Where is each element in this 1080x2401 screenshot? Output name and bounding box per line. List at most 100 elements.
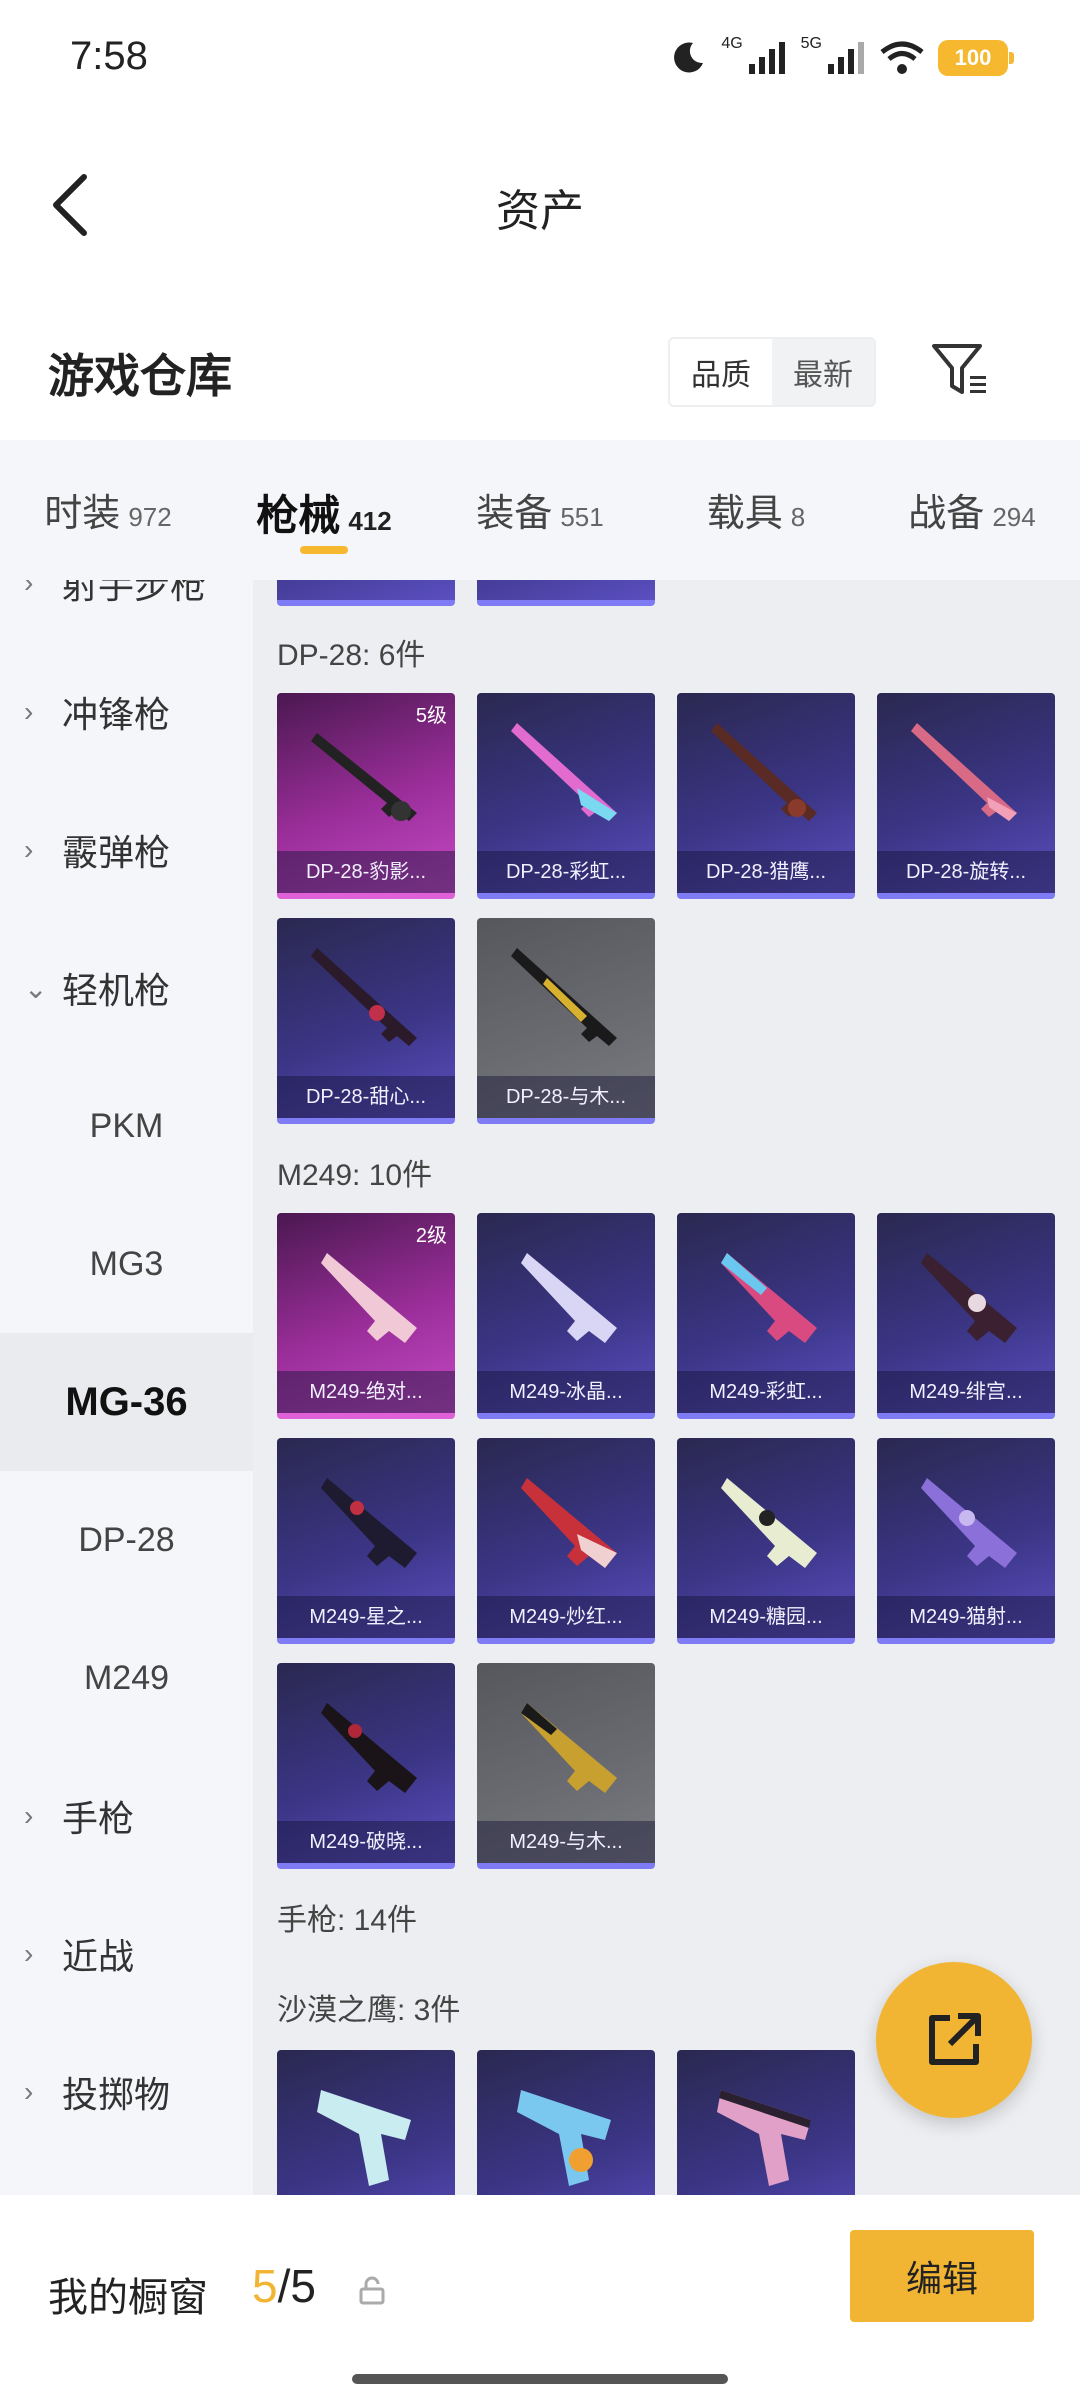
rifle-icon (511, 948, 617, 1046)
weapon-card[interactable] (677, 2050, 855, 2195)
tab-tactical[interactable]: 战备 294 (864, 440, 1080, 580)
chevron-right-icon: › (24, 834, 34, 865)
weapon-name: M249-与木... (477, 1821, 655, 1863)
weapon-card[interactable]: DP-28-甜心... (277, 918, 455, 1124)
weapon-name: M249-星之... (277, 1596, 455, 1638)
filter-icon (932, 344, 986, 394)
signal-icon (748, 42, 785, 74)
weapon-card-partial[interactable] (477, 580, 655, 606)
tab-count: 8 (790, 502, 806, 532)
tab-count: 294 (992, 502, 1036, 532)
sidebar-item-label: M249 (83, 1658, 170, 1697)
sidebar-item-m249[interactable]: M249 (0, 1609, 253, 1747)
tab-label: 枪械 (256, 492, 341, 539)
weapon-name: M249-彩虹... (677, 1371, 855, 1413)
network-label-1: 4G (721, 35, 743, 52)
showcase-label: 我的橱窗 (48, 2276, 208, 2320)
showcase-current: 5 (252, 2260, 278, 2312)
weapon-grid: DP-28: 6件 5级 DP-28-豹影... DP-28-彩虹... DP-… (253, 580, 1080, 2195)
tab-firearms[interactable]: 枪械 412 (216, 440, 432, 580)
status-time: 7:58 (70, 34, 148, 78)
sidebar-item-label: 霰弹枪 (62, 832, 171, 873)
tab-equipment[interactable]: 装备 551 (432, 440, 648, 580)
sort-by-quality[interactable]: 品质 (670, 339, 772, 405)
weapon-name: DP-28-猎鹰... (677, 851, 855, 893)
chevron-down-icon: ⌄ (24, 972, 48, 1004)
sidebar-item-shotgun[interactable]: › 霰弹枪 (0, 781, 253, 919)
weapon-card[interactable]: M249-猫射... (877, 1438, 1055, 1644)
weapon-card[interactable]: M249-绯宫... (877, 1213, 1055, 1419)
sidebar-item-smg[interactable]: › 冲锋枪 (0, 643, 253, 781)
weapon-card[interactable]: DP-28-彩虹... (477, 693, 655, 899)
weapon-name: DP-28-与木... (477, 1076, 655, 1118)
rifle-icon (921, 1253, 1017, 1343)
tier-badge: 2级 (415, 1225, 447, 1247)
sidebar-item-label: 冲锋枪 (62, 694, 171, 735)
chevron-right-icon: › (24, 1800, 34, 1831)
weapon-category-sidebar: › 射手步枪 › 冲锋枪 › 霰弹枪 ⌄ 轻机枪 PKM MG3 MG-36 D… (0, 580, 253, 2195)
share-fab[interactable] (876, 1962, 1032, 2118)
sidebar-item-dp28[interactable]: DP-28 (0, 1471, 253, 1609)
weapon-name: M249-糖园... (677, 1596, 855, 1638)
sidebar-item-pkm[interactable]: PKM (0, 1057, 253, 1195)
rifle-icon (521, 1253, 617, 1343)
weapon-card[interactable]: DP-28-与木... (477, 918, 655, 1124)
group-label-m249: M249: 10件 (277, 1159, 433, 1192)
sidebar-item-mg3[interactable]: MG3 (0, 1195, 253, 1333)
rifle-icon (321, 1478, 417, 1568)
weapon-card[interactable]: 2级 M249-绝对... (277, 1213, 455, 1419)
weapon-name: M249-炒红... (477, 1596, 655, 1638)
signal-icon-2 (828, 42, 864, 74)
showcase-bar: 我的橱窗 5/5 编辑 (0, 2195, 1080, 2401)
sidebar-item-label: MG-36 (65, 1379, 188, 1424)
sidebar-item-pistol[interactable]: › 手枪 (0, 1747, 253, 1885)
weapon-card[interactable]: 5级 DP-28-豹影... (277, 693, 455, 899)
weapon-card[interactable]: M249-炒红... (477, 1438, 655, 1644)
sidebar-item-melee[interactable]: › 近战 (0, 1885, 253, 2023)
tab-label: 战备 (908, 493, 985, 535)
rifle-icon (721, 1478, 817, 1568)
tab-fashion[interactable]: 时装 972 (0, 440, 216, 580)
rifle-icon (521, 1478, 617, 1568)
rifle-icon (921, 1478, 1017, 1568)
home-indicator[interactable] (352, 2374, 728, 2384)
group-label-desert-eagle: 沙漠之鹰: 3件 (277, 1994, 461, 2027)
weapon-card[interactable]: M249-彩虹... (677, 1213, 855, 1419)
weapon-card[interactable] (277, 2050, 455, 2195)
weapon-card[interactable]: M249-破晓... (277, 1663, 455, 1869)
header: 资产 (0, 115, 1080, 285)
weapon-card[interactable] (477, 2050, 655, 2195)
sidebar-item-lmg[interactable]: ⌄ 轻机枪 (0, 919, 253, 1057)
weapon-card[interactable]: M249-星之... (277, 1438, 455, 1644)
chevron-right-icon: › (24, 1938, 34, 1969)
weapon-card[interactable]: M249-与木... (477, 1663, 655, 1869)
showcase-total: /5 (277, 2260, 316, 2312)
weapon-card[interactable]: DP-28-猎鹰... (677, 693, 855, 899)
chevron-right-icon: › (24, 696, 34, 727)
edit-button[interactable]: 编辑 (850, 2230, 1034, 2322)
sidebar-item-mg36[interactable]: MG-36 (0, 1333, 253, 1471)
sidebar-item-marksman-rifle[interactable]: › 射手步枪 (0, 580, 253, 608)
filter-button[interactable] (925, 335, 995, 405)
tab-vehicles[interactable]: 载具 8 (648, 440, 864, 580)
rifle-icon (311, 948, 417, 1046)
sidebar-item-label: 投掷物 (62, 2074, 171, 2115)
rifle-icon (321, 1703, 417, 1793)
weapon-name: DP-28-旋转... (877, 851, 1055, 893)
rifle-icon (521, 1703, 617, 1793)
weapon-card[interactable]: M249-冰晶... (477, 1213, 655, 1419)
sidebar-item-label: MG3 (89, 1244, 164, 1283)
back-button[interactable] (40, 165, 100, 245)
unlock-icon (359, 2276, 385, 2305)
weapon-name: M249-绯宫... (877, 1371, 1055, 1413)
rifle-icon (721, 1253, 817, 1343)
group-label-pistol: 手枪: 14件 (277, 1904, 418, 1937)
sidebar-item-label: 轻机枪 (62, 970, 171, 1011)
weapon-card-partial[interactable] (277, 580, 455, 606)
weapon-card[interactable]: M249-糖园... (677, 1438, 855, 1644)
sort-by-newest[interactable]: 最新 (772, 339, 874, 405)
weapon-card[interactable]: DP-28-旋转... (877, 693, 1055, 899)
sidebar-item-throwable[interactable]: › 投掷物 (0, 2023, 253, 2161)
rifle-icon (511, 723, 617, 821)
sidebar-item-label: 射手步枪 (62, 580, 207, 606)
